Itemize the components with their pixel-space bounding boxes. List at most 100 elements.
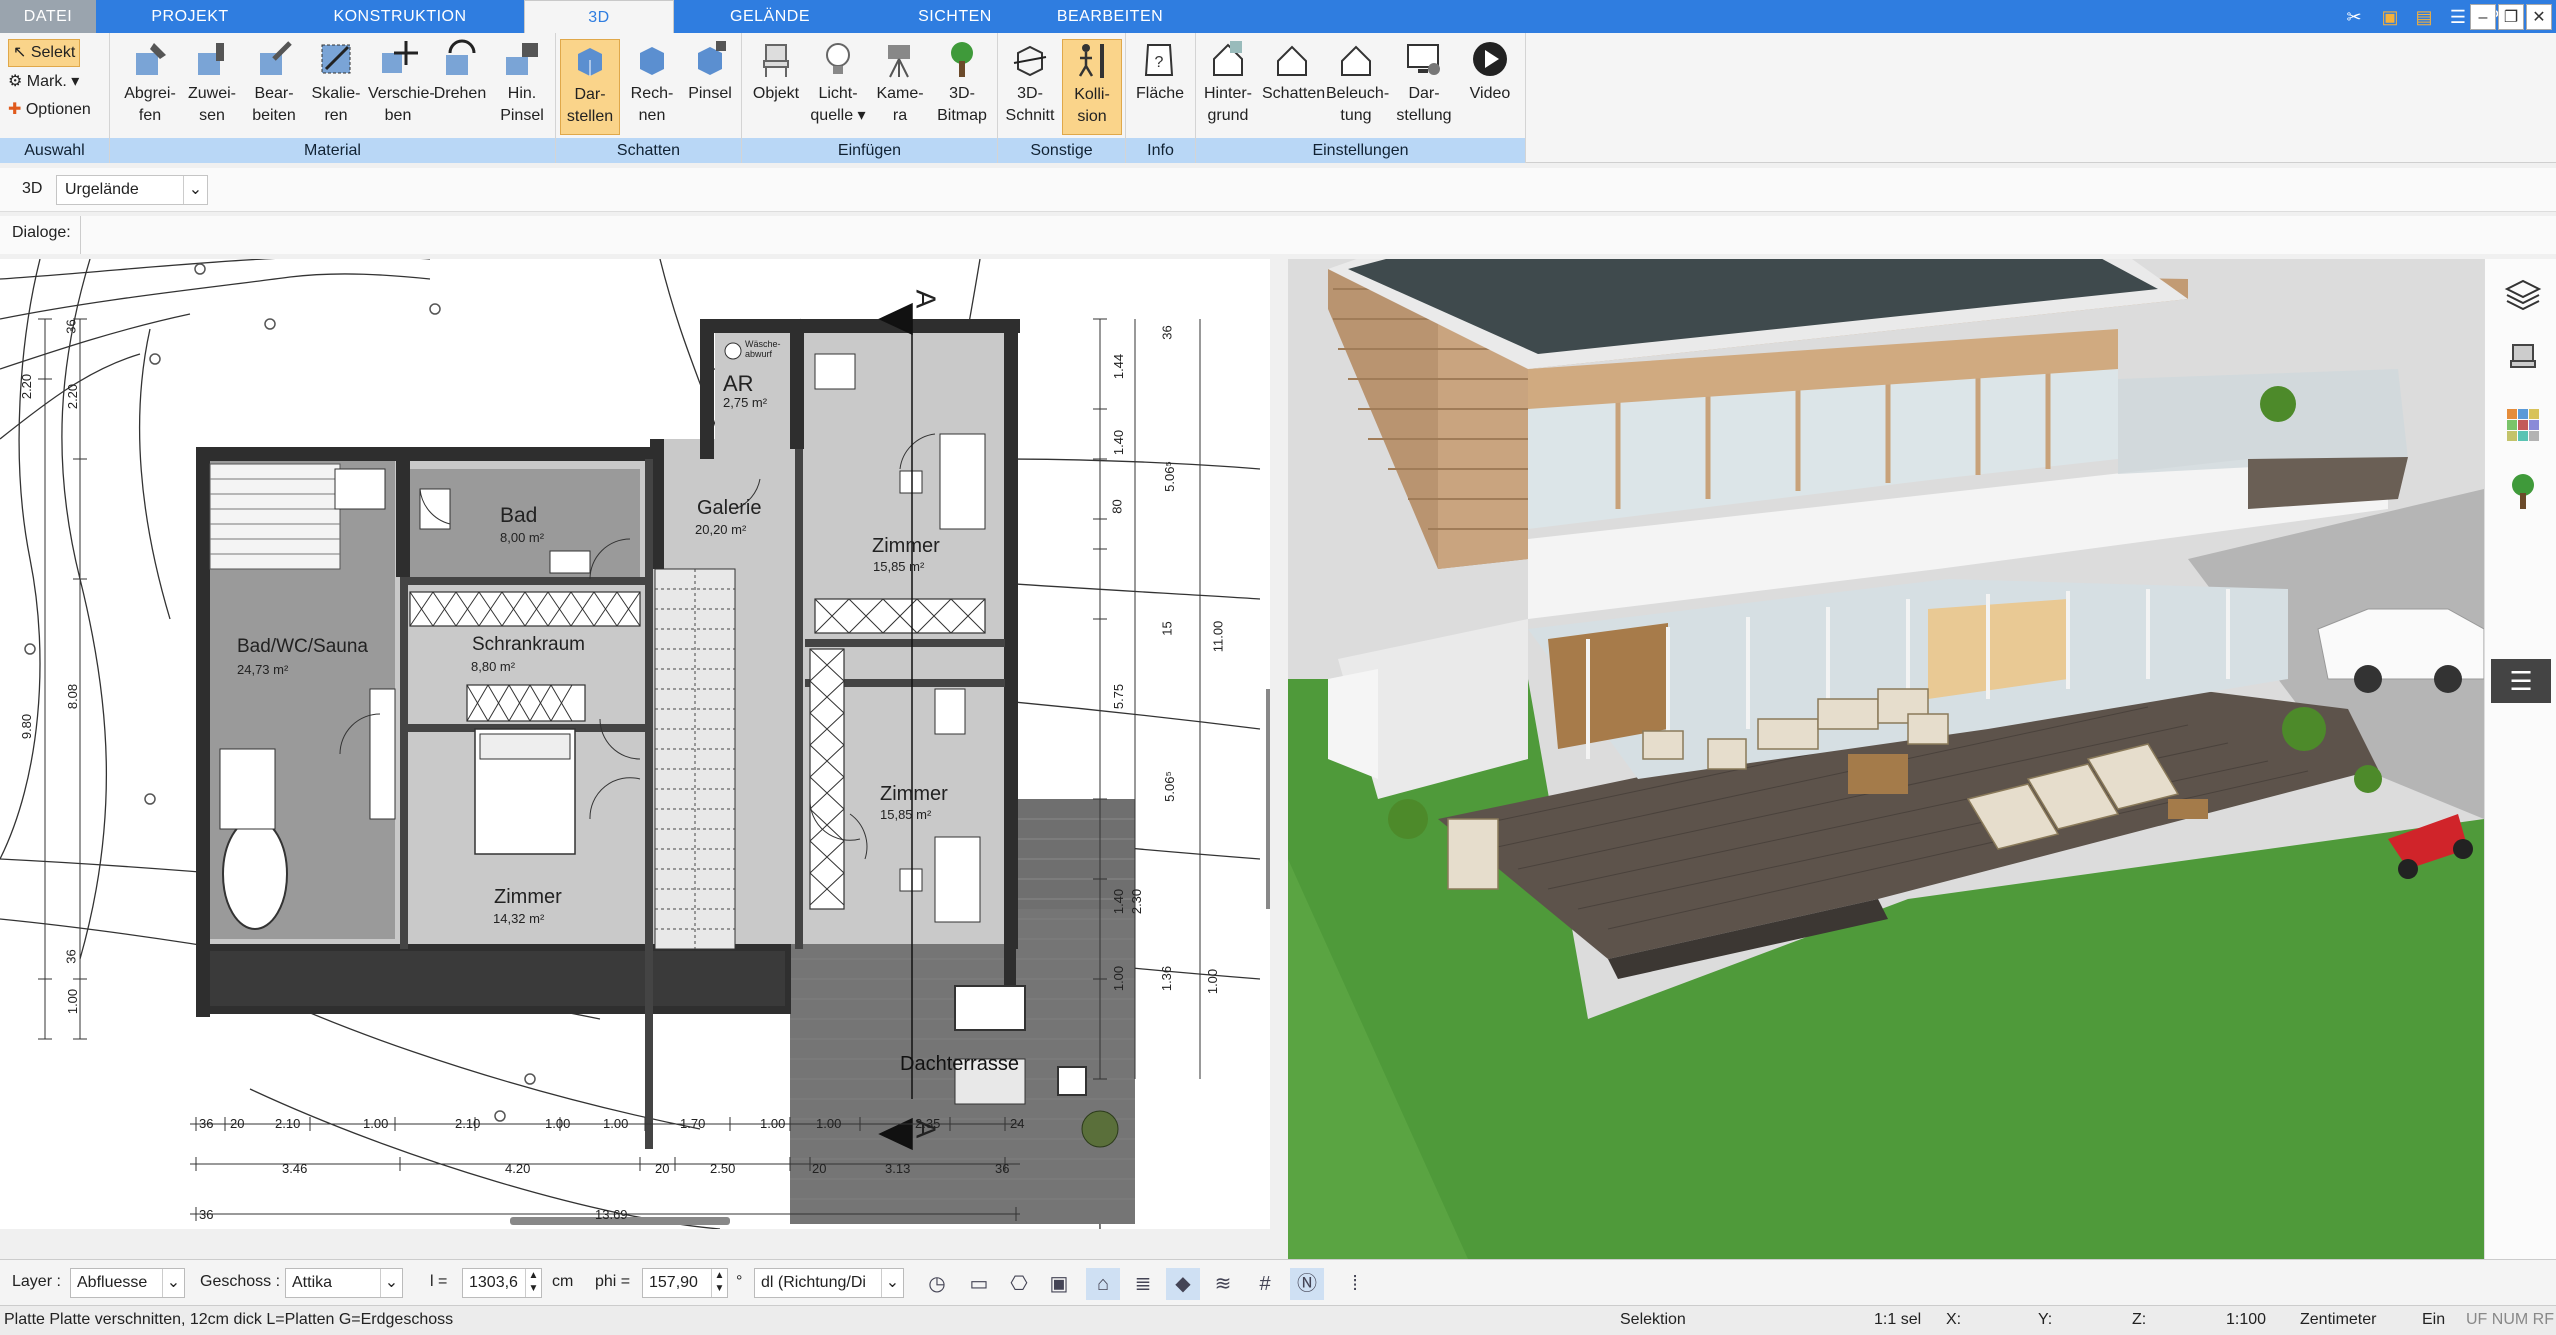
dimension-label: 1.70: [680, 1116, 706, 1131]
3d-render-canvas[interactable]: [1288, 259, 2484, 1259]
geschoss-select[interactable]: Attika ⌄: [285, 1268, 403, 1298]
cursor-icon: ↖: [13, 44, 27, 61]
verschieben-button[interactable]: Verschie- ben: [368, 39, 435, 135]
3d-schnitt-button[interactable]: 3D- Schnitt: [1000, 39, 1060, 135]
window-icon[interactable]: ▤: [2412, 5, 2436, 29]
minimize-button[interactable]: –: [2470, 4, 2496, 30]
options-icon[interactable]: ☰: [2446, 5, 2470, 29]
direction-select[interactable]: dl (Richtung/Di ⌄: [754, 1268, 904, 1298]
3d-view[interactable]: [1288, 259, 2484, 1259]
dialoge-label: Dialoge:: [12, 224, 71, 241]
right-sidebar: ☰: [2484, 259, 2556, 1259]
tab-konstruktion[interactable]: KONSTRUKTION: [310, 0, 490, 33]
dimension-label: 2.20: [19, 373, 35, 400]
objekt-button[interactable]: Objekt: [746, 39, 806, 135]
floor-plan-canvas[interactable]: [0, 259, 1270, 1229]
darstellung-button[interactable]: Dar- stellung: [1394, 39, 1454, 135]
3d-label: 3D: [22, 180, 43, 197]
hintergrund-button[interactable]: Hinter- grund: [1198, 39, 1258, 135]
plates-icon[interactable]: ≣: [1126, 1268, 1160, 1300]
chair-icon[interactable]: [2503, 339, 2543, 379]
dimension-label: 20: [230, 1116, 245, 1131]
materials-palette-icon[interactable]: [2503, 405, 2543, 445]
dimension-label: 36: [1159, 325, 1175, 340]
phi-input[interactable]: 157,90 ▲ ▼: [642, 1268, 728, 1298]
status-unit: Zentimeter: [2300, 1311, 2377, 1328]
room-area: 20,20 m²: [695, 522, 747, 537]
shadow-brush-icon: [698, 41, 726, 75]
spinner-icon[interactable]: ▲ ▼: [525, 1269, 541, 1297]
background-icon: [1213, 41, 1243, 76]
kollision-button[interactable]: Kolli- sion: [1062, 39, 1122, 135]
pinsel-button[interactable]: Pinsel: [680, 39, 740, 135]
terrain-select[interactable]: Urgelände ⌄: [56, 175, 208, 205]
roof-icon[interactable]: ⌂: [1086, 1268, 1120, 1300]
tab-datei[interactable]: DATEI: [0, 0, 96, 33]
dimension-label: 1.40: [1111, 888, 1127, 915]
tab-projekt[interactable]: PROJEKT: [120, 0, 260, 33]
screen-icon[interactable]: ▭: [962, 1268, 996, 1300]
box-icon[interactable]: ▣: [1042, 1268, 1076, 1300]
group-auswahl: ↖ Selekt ⚙ Mark. ▾ ✚ Optionen Auswahl: [0, 33, 110, 163]
tab-bearbeiten[interactable]: BEARBEITEN: [1040, 0, 1180, 33]
kamera-button[interactable]: Kame- ra: [870, 39, 930, 135]
tab-3d[interactable]: 3D: [524, 0, 674, 34]
dimension-label: 1.00: [1205, 968, 1221, 995]
floor-plan-view[interactable]: AR 2,75 m² Wäsche- abwurf Bad 8,00 m² Ga…: [0, 259, 1270, 1229]
flaeche-button[interactable]: ? Fläche: [1130, 39, 1190, 135]
close-button[interactable]: ✕: [2526, 4, 2552, 30]
video-button[interactable]: Video: [1460, 39, 1520, 135]
darstellen-button[interactable]: Dar- stellen: [560, 39, 620, 135]
layout-icon[interactable]: ▣: [2378, 5, 2402, 29]
view-splitter[interactable]: [1270, 259, 1288, 1229]
dimension-label: 36: [995, 1161, 1010, 1176]
lichtquelle-button[interactable]: Licht- quelle ▾: [808, 39, 868, 135]
options-tool[interactable]: ✚ Optionen: [8, 97, 91, 125]
group-material: Abgrei- fen Zuwei- sen Bear- beiten Skal…: [110, 33, 556, 163]
layer-label: Layer :: [12, 1273, 61, 1290]
length-input[interactable]: 1303,6 ▲ ▼: [462, 1268, 542, 1298]
beleuchtung-button[interactable]: Beleuch- tung: [1326, 39, 1389, 135]
house-shadow-icon: [1277, 45, 1307, 76]
schatten-settings-button[interactable]: Schatten: [1262, 39, 1325, 135]
hin-pinsel-button[interactable]: Hin. Pinsel: [492, 39, 552, 135]
bottom-toolbar: Layer : Abfluesse ⌄ Geschoss : Attika ⌄ …: [0, 1259, 2556, 1305]
info-marker-icon[interactable]: ⁞: [1338, 1268, 1372, 1300]
clock-icon[interactable]: ◷: [920, 1268, 954, 1300]
grid-icon[interactable]: #: [1248, 1268, 1282, 1300]
dimension-label: 20: [655, 1161, 670, 1176]
zuweisen-button[interactable]: Zuwei- sen: [182, 39, 242, 135]
restore-button[interactable]: ❐: [2498, 4, 2524, 30]
tab-gelaende[interactable]: GELÄNDE: [700, 0, 840, 33]
bearbeiten-button[interactable]: Bear- beiten: [244, 39, 304, 135]
north-icon[interactable]: Ⓝ: [1290, 1268, 1324, 1300]
3d-bitmap-button[interactable]: 3D- Bitmap: [932, 39, 992, 135]
abgreifen-button[interactable]: Abgrei- fen: [120, 39, 180, 135]
dimension-label: 2.50: [710, 1161, 736, 1176]
layers-icon[interactable]: [2503, 275, 2543, 315]
plane-icon[interactable]: ◆: [1166, 1268, 1200, 1300]
tab-sichten[interactable]: SICHTEN: [885, 0, 1025, 33]
chevron-down-icon: ⌄: [380, 1269, 402, 1297]
stack-icon[interactable]: ≋: [1206, 1268, 1240, 1300]
layer-select[interactable]: Abfluesse ⌄: [70, 1268, 185, 1298]
skalieren-button[interactable]: Skalie- ren: [306, 39, 366, 135]
room-label: Galerie: [697, 497, 762, 519]
dimension-label: 13.69: [595, 1207, 628, 1222]
menu-toggle-icon[interactable]: ☰: [2491, 659, 2551, 703]
rechnen-button[interactable]: Rech- nen: [622, 39, 682, 135]
dimension-label: 1.00: [65, 988, 81, 1015]
tools-icon[interactable]: ✂: [2342, 5, 2366, 29]
group-sonstige: 3D- Schnitt Kolli- sion Sonstige: [998, 33, 1126, 163]
spinner-icon[interactable]: ▲ ▼: [711, 1269, 727, 1297]
camera-icon[interactable]: ⎔: [1002, 1268, 1036, 1300]
tree-icon[interactable]: [2503, 471, 2543, 511]
select-tool[interactable]: ↖ Selekt: [8, 39, 81, 67]
mark-tool[interactable]: ⚙ Mark. ▾: [8, 69, 79, 97]
3d-options-row: 3D Urgelände ⌄: [0, 168, 2556, 212]
ribbon-tab-bar: DATEI PROJEKT KONSTRUKTION 3D GELÄNDE SI…: [0, 0, 2556, 34]
drehen-button[interactable]: Drehen: [430, 39, 490, 135]
monitor-icon: [1407, 44, 1440, 75]
length-label: l =: [430, 1273, 448, 1290]
chevron-down-icon: ⌄: [162, 1269, 184, 1297]
